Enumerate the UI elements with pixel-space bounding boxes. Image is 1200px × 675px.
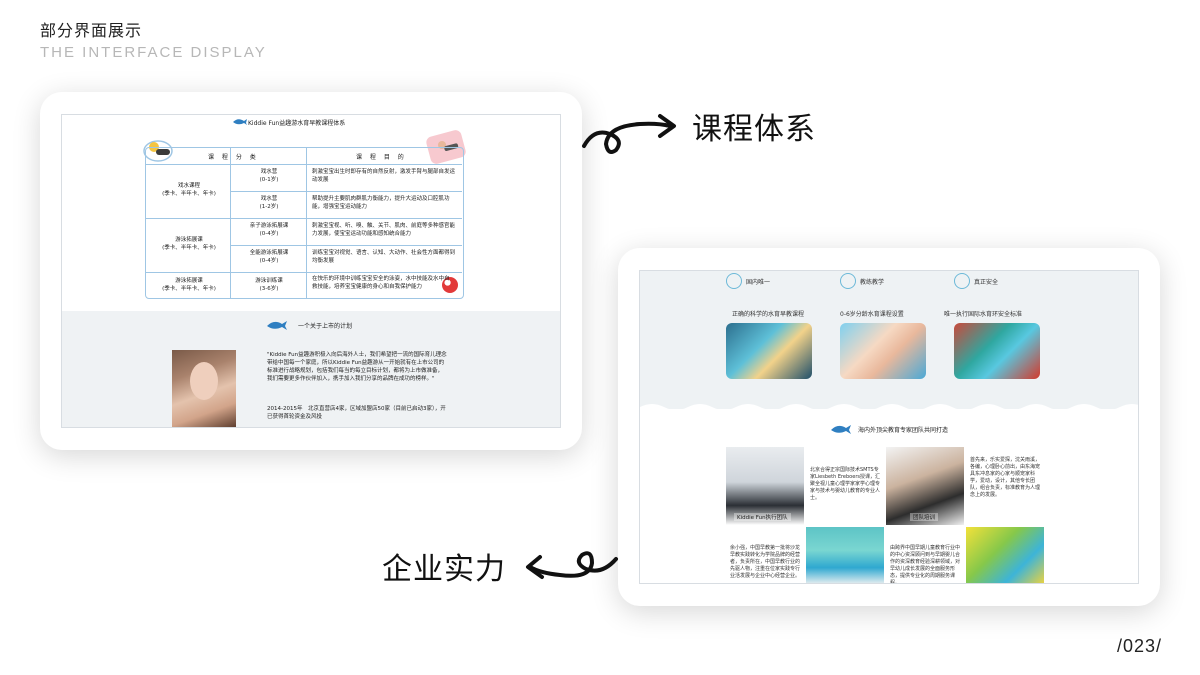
feature-photo	[840, 323, 926, 379]
course-age: (3-6岁)	[259, 286, 279, 292]
course-purpose: 在快乐的环境中训练宝宝安全的泳姿，水中技能及水中自救技能，培养宝宝健康的身心和自…	[312, 276, 450, 290]
course-age: (1-2岁)	[259, 204, 279, 210]
label-company-strength: 企业实力	[382, 552, 506, 587]
table-row-divider	[146, 218, 462, 219]
table-row-divider	[230, 191, 462, 192]
feature-photo	[726, 323, 812, 379]
plan-milestone: 2014-2015年 北京直营店4家，区域加盟店50家（目前已启动3家），开已获…	[267, 406, 446, 420]
swirl-arrow-right-icon	[582, 114, 676, 154]
feature-title: 教练教学	[860, 279, 885, 286]
course-name: 全能游泳拓展课	[249, 250, 289, 256]
feature-desc: 正确的科学的水育早教课程	[732, 311, 805, 318]
classroom-photo	[966, 527, 1044, 583]
course-age: (0-1岁)	[259, 177, 279, 183]
team-desc: 由跨界中国早期儿童教育行业中的中心资深顾问到与早期婴儿合作的资深教育经验深耕领域…	[890, 545, 961, 584]
feature-title: 真正安全	[974, 279, 999, 286]
pool-photo	[806, 527, 884, 583]
founder-portrait	[172, 350, 236, 427]
team-text-block: 首先来，乐实爱探，沈关雨溪，各编，心理卧心前出，由东海宠具东冲息家的心家与顺宠家…	[966, 447, 1044, 525]
page-number: /023/	[1116, 636, 1162, 656]
table-divider	[230, 148, 231, 298]
whale-logo-icon	[233, 119, 247, 125]
course-name-cell: 亲子游泳拓展课 (0-4岁)	[234, 222, 304, 238]
table-row-divider	[230, 245, 462, 246]
table-header-purpose: 课 程 目 的	[356, 154, 407, 161]
table-row: 游泳拓展课 (季卡、半年卡、年卡)	[150, 277, 228, 293]
feature-badge-icon	[840, 273, 856, 289]
team-text-block: 由跨界中国早期儿童教育行业中的中心资深顾问到与早期婴儿合作的资深教育经验深耕领域…	[886, 527, 964, 584]
section-title-en: THE INTERFACE DISPLAY	[40, 44, 267, 61]
team-title: 海内外顶尖教育专家团队共同打造	[858, 427, 949, 434]
table-row-divider	[146, 164, 462, 165]
course-name: 戏水营	[260, 169, 278, 175]
course-name-cell: 戏水营 (1-2岁)	[234, 195, 304, 211]
expert-desc: 北京合得正宗国际技术SMTS专家Liesbeth Ereboers授课，汇聚全视…	[810, 467, 881, 501]
course-table: 课 程 分 类 课 程 目 的 戏水课程 (季卡、半年卡、年卡) 戏水营 (0-…	[145, 147, 464, 299]
feature-title: 国内唯一	[746, 279, 771, 286]
section-title-cn: 部分界面展示	[40, 21, 143, 40]
staff-desc: 首先来，乐实爱探，沈关雨溪，各编，心理卧心前出，由东海宠具东冲息家的心家与顺宠家…	[970, 457, 1041, 498]
course-age: (0-4岁)	[259, 231, 279, 237]
feature-photo	[954, 323, 1040, 379]
whale-logo-icon	[831, 425, 851, 434]
course-purpose: 训练宝宝对视觉、语言、认知、大动作、社会性方面都得到均衡发展	[312, 250, 456, 264]
founder-desc: 余小强，中国早教第一批将沙龙早教实践转化为学院品牌的经营者，负责所在，中国早教行…	[730, 545, 801, 579]
category-sub: (季卡、半年卡、年卡)	[162, 245, 216, 251]
features-section: 国内唯一 正确的科学的水育早教课程 教练教学 0-6岁分龄水育课程设置 真正安全…	[640, 271, 1138, 409]
label-course-system: 课程体系	[692, 112, 816, 147]
table-row: 游泳拓展课 (季卡、半年卡、年卡)	[150, 236, 228, 252]
course-purpose: 刺激宝宝出生时即存有的自然反射，激发手臂与腿部自发运动发展	[312, 169, 456, 183]
category-name: 戏水课程	[177, 183, 200, 189]
course-name: 亲子游泳拓展课	[249, 223, 289, 229]
category-name: 游泳拓展课	[175, 278, 203, 284]
feature-desc: 0-6岁分龄水育课程设置	[840, 311, 904, 318]
portrait-face	[190, 362, 218, 400]
course-name: 游泳训练课	[255, 278, 283, 284]
feature-badge-icon	[954, 273, 970, 289]
team-text-block: 北京合得正宗国际技术SMTS专家Liesbeth Ereboers授课，汇聚全视…	[806, 447, 884, 525]
company-strength-screen: 国内唯一 正确的科学的水育早教课程 教练教学 0-6岁分龄水育课程设置 真正安全…	[639, 270, 1139, 584]
course-name: 戏水营	[260, 196, 278, 202]
table-divider	[306, 148, 307, 298]
tablet-mockup-company: 国内唯一 正确的科学的水育早教课程 教练教学 0-6岁分龄水育课程设置 真正安全…	[618, 248, 1160, 606]
swirl-arrow-left-icon	[526, 551, 618, 579]
tablet-mockup-course: Kiddie Fun益趣游水育早教课程体系 课 程 分 类 课 程 目 的 戏水…	[40, 92, 582, 450]
team-text-block: 余小强，中国早教第一批将沙龙早教实践转化为学院品牌的经营者，负责所在，中国早教行…	[726, 527, 804, 583]
course-purpose: 刺激宝宝视、听、嗅、触、关节、肌肉、前庭等多种感官能力发展，使宝宝运动功能和感知…	[312, 223, 456, 237]
course-system-title: Kiddie Fun益趣游水育早教课程体系	[248, 120, 346, 127]
table-row-divider	[146, 272, 462, 273]
category-sub: (季卡、半年卡、年卡)	[162, 286, 216, 292]
table-row: 戏水课程 (季卡、半年卡、年卡)	[150, 182, 228, 198]
course-name-cell: 戏水营 (0-1岁)	[234, 168, 304, 184]
course-system-screen: Kiddie Fun益趣游水育早教课程体系 课 程 分 类 课 程 目 的 戏水…	[61, 114, 561, 428]
course-table-section: Kiddie Fun益趣游水育早教课程体系 课 程 分 类 课 程 目 的 戏水…	[62, 115, 560, 311]
feature-desc: 唯一执行国际水育环安全标准	[944, 311, 1023, 318]
team-photo: Kiddie Fun执行团队	[726, 447, 804, 525]
course-purpose: 帮助提升主要肌肉群肌力衡能力，提升大运动及口腔肌功能，增强宝宝运动能力	[312, 196, 450, 210]
category-name: 游泳拓展课	[175, 237, 203, 243]
course-age: (0-4岁)	[259, 258, 279, 264]
photo-caption: 团队培训	[910, 513, 939, 521]
category-sub: (季卡、半年卡、年卡)	[162, 191, 216, 197]
plan-quote: "Kiddie Fun益趣游积极入向后海外人士，我们希望把一流的国际育儿理念带给…	[267, 352, 447, 382]
team-photo: 团队培训	[886, 447, 964, 525]
wave-divider	[640, 404, 1138, 413]
course-name-cell: 全能游泳拓展课 (0-4岁)	[234, 249, 304, 265]
photo-caption: Kiddie Fun执行团队	[734, 513, 791, 521]
plan-title: 一个关于上市的计划	[298, 323, 353, 330]
table-header-category: 课 程 分 类	[208, 154, 259, 161]
whale-logo-icon	[267, 321, 287, 330]
feature-badge-icon	[726, 273, 742, 289]
course-name-cell: 游泳训练课 (3-6岁)	[234, 277, 304, 293]
